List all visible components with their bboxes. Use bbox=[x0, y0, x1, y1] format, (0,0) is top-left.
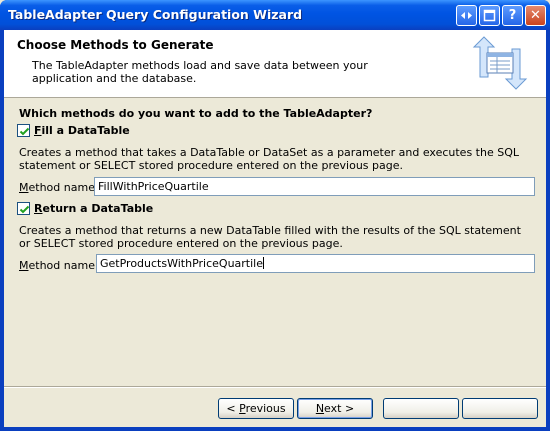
cancel-button[interactable] bbox=[462, 398, 538, 419]
close-icon: ✕ bbox=[530, 8, 541, 23]
header-description: The TableAdapter methods load and save d… bbox=[32, 59, 368, 85]
fill-datatable-label[interactable]: Fill a DataTable bbox=[34, 124, 130, 137]
title-bar[interactable]: TableAdapter Query Configuration Wizard … bbox=[0, 0, 550, 30]
wizard-art-icon bbox=[472, 36, 528, 90]
fill-datatable-checkbox[interactable] bbox=[17, 124, 30, 137]
previous-button[interactable]: < Previous bbox=[218, 398, 294, 419]
return-datatable-checkbox[interactable] bbox=[17, 202, 30, 215]
close-button[interactable]: ✕ bbox=[525, 5, 546, 26]
return-datatable-label[interactable]: Return a DataTable bbox=[34, 202, 153, 215]
text-caret bbox=[263, 257, 264, 269]
maximize-icon bbox=[483, 9, 496, 22]
restore-button[interactable] bbox=[456, 5, 477, 26]
return-method-name-label: Method name: bbox=[19, 259, 99, 272]
help-icon: ? bbox=[508, 8, 517, 23]
resize-arrows-icon bbox=[461, 12, 472, 19]
window-bottom-frame bbox=[0, 427, 550, 431]
fill-description: Creates a method that takes a DataTable … bbox=[19, 146, 519, 172]
help-button[interactable]: ? bbox=[502, 5, 523, 26]
wizard-header: Choose Methods to Generate The TableAdap… bbox=[4, 30, 546, 98]
methods-question: Which methods do you want to add to the … bbox=[19, 107, 373, 120]
next-button[interactable]: Next > bbox=[297, 398, 373, 419]
header-title: Choose Methods to Generate bbox=[17, 38, 214, 52]
footer-separator bbox=[4, 386, 546, 388]
return-method-name-input[interactable]: GetProductsWithPriceQuartile bbox=[96, 254, 535, 273]
dialog-body: Choose Methods to Generate The TableAdap… bbox=[4, 30, 546, 427]
maximize-button[interactable] bbox=[479, 5, 500, 26]
finish-button[interactable] bbox=[383, 398, 459, 419]
fill-method-name-input[interactable]: FillWithPriceQuartile bbox=[94, 177, 535, 196]
fill-method-name-label: Method name: bbox=[19, 181, 99, 194]
window-title: TableAdapter Query Configuration Wizard bbox=[8, 7, 303, 22]
return-description: Creates a method that returns a new Data… bbox=[19, 224, 521, 250]
checkmark-icon bbox=[19, 205, 30, 214]
checkmark-icon bbox=[19, 127, 30, 136]
wizard-window: TableAdapter Query Configuration Wizard … bbox=[0, 0, 550, 431]
